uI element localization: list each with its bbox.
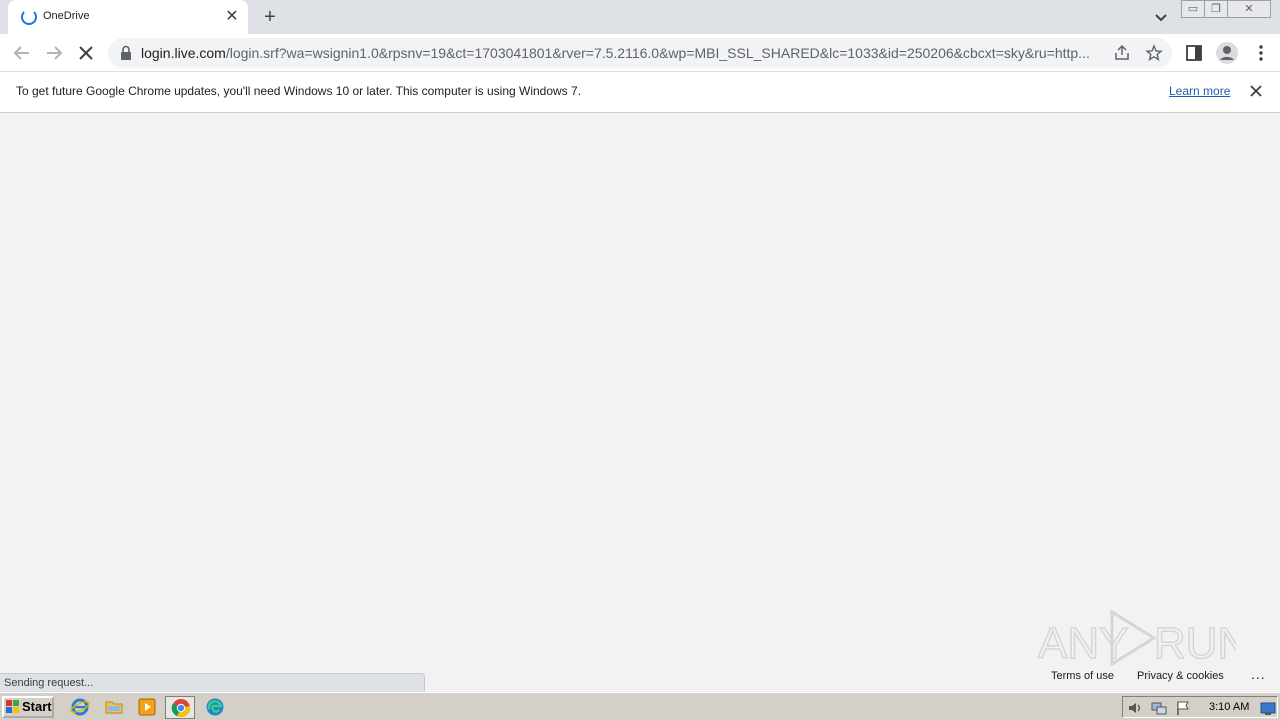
url-host: login.live.com [141,45,226,61]
start-button[interactable]: Start [2,696,54,718]
tab-search-chevron-icon[interactable] [1150,7,1172,27]
tab-strip: OneDrive ✕ + ▭ ❐ ✕ [0,0,1280,34]
windows-logo-icon [6,700,19,713]
action-center-flag-icon[interactable] [1175,700,1191,716]
learn-more-link[interactable]: Learn more [1169,84,1230,98]
window-controls: ▭ ❐ ✕ [1181,0,1271,18]
terms-of-use-link[interactable]: Terms of use [1051,670,1114,682]
anyrun-watermark: ANY RUN [1037,609,1236,668]
volume-icon[interactable] [1127,700,1143,716]
side-panel-icon[interactable] [1184,43,1204,63]
infobar-message: To get future Google Chrome updates, you… [16,84,582,98]
share-icon[interactable] [1113,44,1131,62]
show-desktop-icon[interactable] [1260,700,1276,716]
chrome-icon [171,699,191,717]
start-label: Start [22,699,52,714]
lock-icon[interactable] [120,45,132,61]
address-bar[interactable]: login.live.com/login.srf?wa=wsignin1.0&r… [108,38,1172,68]
media-player-icon[interactable] [137,697,157,717]
network-icon[interactable] [1151,700,1167,716]
tab-title: OneDrive [43,10,90,22]
taskbar: Start 3:10 AM [0,692,1280,720]
page-content [0,113,1280,691]
tab-spinner-icon [21,9,37,25]
ie-icon[interactable] [70,697,90,717]
chrome-taskbar-button[interactable] [165,696,195,719]
close-window-button[interactable]: ✕ [1227,0,1271,18]
profile-icon[interactable] [1215,41,1239,65]
edge-icon[interactable] [205,697,225,717]
kebab-menu-icon[interactable] [1251,43,1271,63]
watermark-right: RUN [1154,619,1236,668]
privacy-cookies-link[interactable]: Privacy & cookies [1137,670,1224,682]
browser-toolbar: login.live.com/login.srf?wa=wsignin1.0&r… [0,34,1280,72]
star-icon[interactable] [1145,44,1163,62]
tab-close-icon[interactable]: ✕ [224,8,240,26]
back-arrow-icon[interactable] [10,41,34,65]
update-infobar: To get future Google Chrome updates, you… [0,72,1280,113]
explorer-folder-icon[interactable] [104,697,124,717]
footer-more-button[interactable]: ... [1251,666,1266,682]
restore-button[interactable]: ❐ [1204,0,1228,18]
stop-loading-icon[interactable] [74,41,98,65]
status-bubble: Sending request... [0,673,425,692]
taskbar-clock[interactable]: 3:10 AM [1209,701,1249,713]
url-path: /login.srf?wa=wsignin1.0&rpsnv=19&ct=170… [225,45,1090,61]
forward-arrow-icon[interactable] [42,41,66,65]
system-tray: 3:10 AM [1122,696,1278,718]
new-tab-button[interactable]: + [258,4,282,30]
minimize-button[interactable]: ▭ [1181,0,1205,18]
close-icon[interactable] [1248,83,1264,99]
tab-onedrive[interactable]: OneDrive ✕ [8,0,248,34]
url-text[interactable]: login.live.com/login.srf?wa=wsignin1.0&r… [141,45,1103,61]
